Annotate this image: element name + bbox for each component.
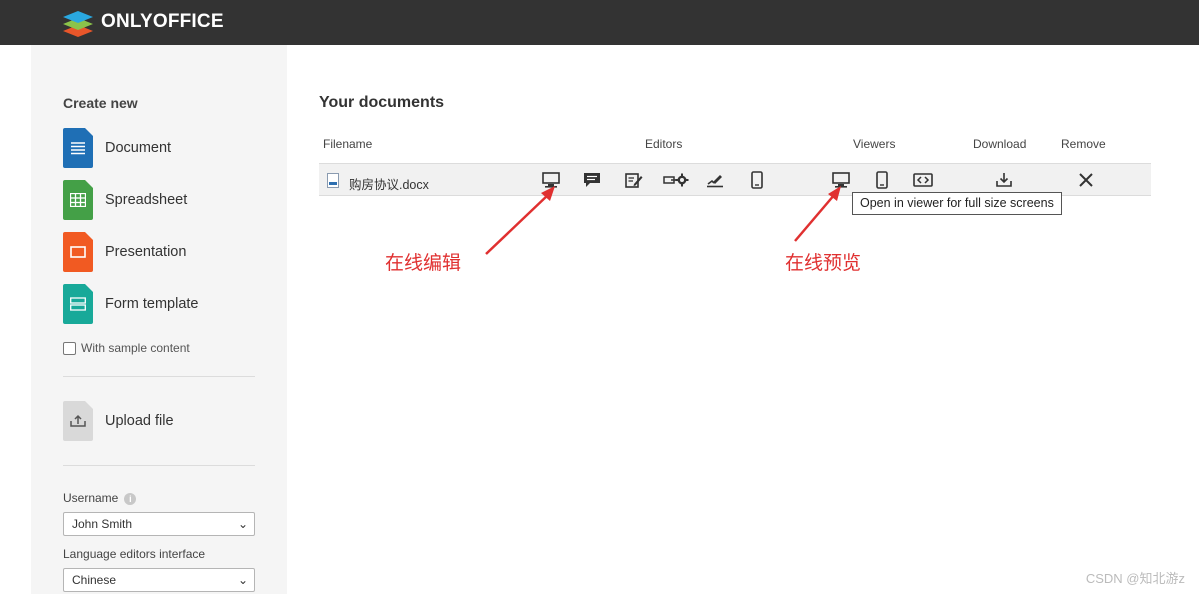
watermark: CSDN @知北游z bbox=[1085, 571, 1185, 586]
annotation-arrows bbox=[485, 186, 841, 255]
preview-online-annotation: 在线预览 bbox=[785, 252, 862, 274]
edit-online-annotation: 在线编辑 bbox=[385, 252, 462, 274]
